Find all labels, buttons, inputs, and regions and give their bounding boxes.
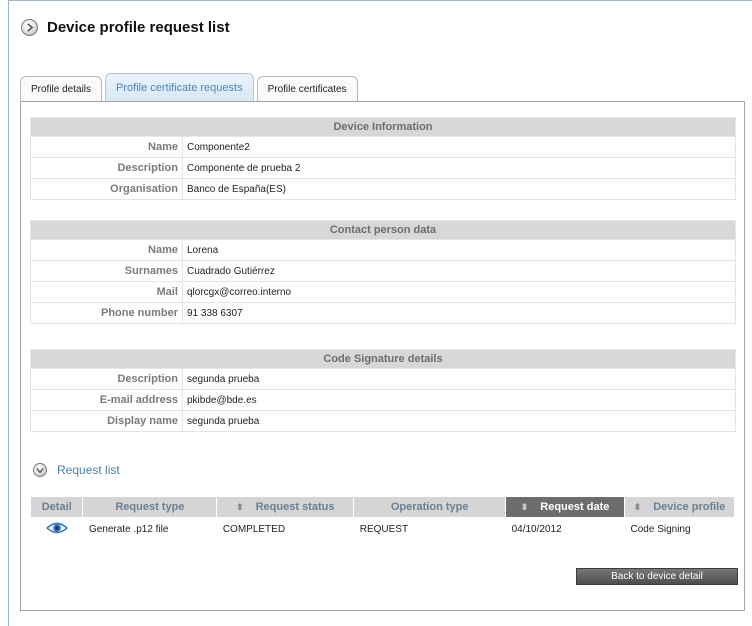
contact-person-heading: Contact person data	[30, 220, 736, 240]
page-header: Device profile request list	[21, 19, 230, 36]
device-profile-cell: Code Signing	[630, 524, 691, 535]
tab-profile-details[interactable]: Profile details	[20, 76, 103, 101]
table-row: Phone number 91 338 6307	[30, 302, 736, 324]
field-label: Name	[30, 239, 183, 261]
sort-arrows-icon: ⬍	[633, 502, 642, 512]
tab-profile-certificates[interactable]: Profile certificates	[256, 76, 358, 101]
table-row: Name Componente2	[30, 136, 736, 158]
field-label: Name	[30, 136, 183, 158]
collapse-circle-icon[interactable]	[33, 463, 47, 477]
column-header-device-profile[interactable]: ⬍ Device profile	[624, 497, 735, 517]
field-label: Description	[30, 368, 183, 390]
field-value: Componente de prueba 2	[182, 157, 736, 179]
back-to-device-detail-button[interactable]: Back to device detail	[576, 568, 738, 585]
field-value: pkibde@bde.es	[182, 389, 736, 411]
table-row: Name Lorena	[30, 239, 736, 261]
field-label: Organisation	[30, 178, 183, 200]
column-header-request-status[interactable]: ⬍ Request status	[216, 497, 355, 517]
field-value: segunda prueba	[182, 410, 736, 432]
field-value: Lorena	[182, 239, 736, 261]
sort-arrows-icon: ⬍	[236, 502, 244, 512]
device-information-heading: Device Information	[30, 117, 736, 137]
app-frame: Device profile request list Profile deta…	[8, 0, 752, 626]
table-row: Organisation Banco de España(ES)	[30, 178, 736, 200]
table-row: Description segunda prueba	[30, 368, 736, 390]
tab-profile-certificate-requests[interactable]: Profile certificate requests	[105, 73, 254, 101]
field-value: Cuadrado Gutiérrez	[182, 260, 736, 282]
table-header-row: Detail Request type ⬍ Request status Oper…	[31, 497, 735, 517]
field-label: Surnames	[30, 260, 183, 282]
back-circle-icon[interactable]	[21, 19, 38, 36]
field-label: Description	[30, 157, 183, 179]
field-value: segunda prueba	[182, 368, 736, 390]
column-header-detail[interactable]: Detail	[31, 497, 84, 517]
field-label: E-mail address	[30, 389, 183, 411]
detail-cell	[31, 517, 83, 542]
table-row: Display name segunda prueba	[30, 410, 736, 432]
field-label: Display name	[30, 410, 183, 432]
column-header-request-type[interactable]: Request type	[82, 497, 218, 517]
contact-person-table: Contact person data Name Lorena Surnames…	[30, 220, 736, 324]
table-row: Description Componente de prueba 2	[30, 157, 736, 179]
sort-arrows-icon: ⬍	[520, 502, 529, 512]
table-row: Surnames Cuadrado Gutiérrez	[30, 260, 736, 282]
table-row: Mail qlorcgx@correo.interno	[30, 281, 736, 303]
field-value: Componente2	[182, 136, 736, 158]
column-header-label: Request status	[255, 501, 335, 513]
request-list-title: Request list	[57, 463, 120, 477]
column-header-label: Operation type	[390, 501, 469, 513]
request-list-table: Detail Request type ⬍ Request status Oper…	[31, 497, 735, 542]
field-label: Mail	[30, 281, 183, 303]
field-label: Phone number	[30, 302, 183, 324]
field-value: qlorcgx@correo.interno	[182, 281, 736, 303]
page-title: Device profile request list	[47, 19, 230, 36]
eye-icon[interactable]	[45, 522, 69, 538]
operation-type-cell: REQUEST	[359, 524, 409, 535]
field-value: Banco de España(ES)	[182, 178, 736, 200]
column-header-operation-type[interactable]: Operation type	[353, 497, 507, 517]
column-header-label: Request type	[115, 501, 185, 513]
code-signature-table: Code Signature details Description segun…	[30, 349, 736, 432]
tab-panel: Device Information Name Componente2 Desc…	[20, 101, 745, 611]
column-header-request-date[interactable]: ⬍ Request date	[505, 497, 626, 517]
device-information-table: Device Information Name Componente2 Desc…	[30, 117, 736, 200]
table-row: Generate .p12 file COMPLETED REQUEST 04/…	[31, 517, 735, 542]
tab-bar: Profile details Profile certificate requ…	[20, 73, 361, 101]
column-header-label: Request date	[540, 501, 610, 513]
request-list-header: Request list	[33, 463, 120, 477]
request-type-cell: Generate .p12 file	[88, 524, 169, 535]
request-date-cell: 04/10/2012	[511, 524, 562, 535]
request-status-cell: COMPLETED	[222, 524, 286, 535]
code-signature-heading: Code Signature details	[30, 349, 736, 369]
column-header-label: Device profile	[653, 501, 726, 513]
field-value: 91 338 6307	[182, 302, 736, 324]
table-row: E-mail address pkibde@bde.es	[30, 389, 736, 411]
